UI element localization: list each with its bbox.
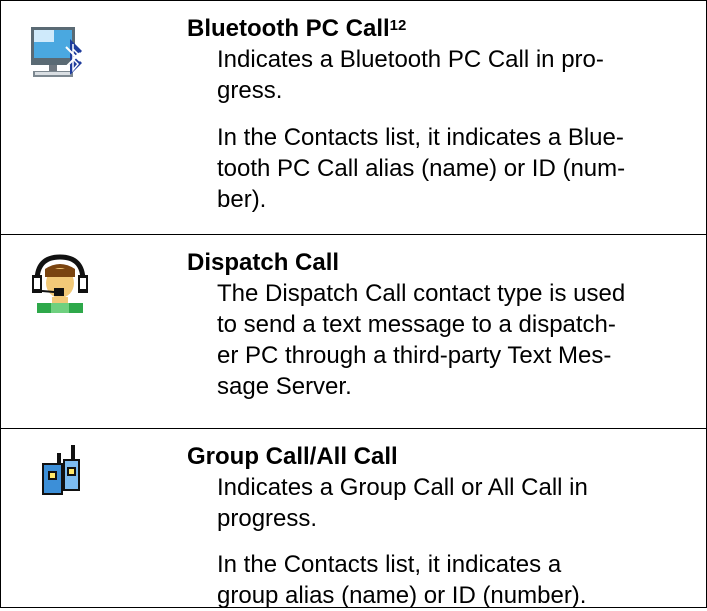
description-paragraph: The Dispatch Call contact type is used t…	[217, 280, 626, 400]
table-row: Bluetooth PC Call12 Indicates a Bluetoot…	[1, 1, 706, 234]
dispatch-call-icon	[32, 254, 88, 313]
table-row: Group Call/All Call Indicates a Group Ca…	[1, 428, 706, 609]
row-title: Group Call/All Call	[187, 443, 398, 470]
footnote-marker: 12	[389, 17, 407, 34]
icon-description-table: Bluetooth PC Call12 Indicates a Bluetoot…	[0, 0, 707, 609]
bluetooth-pc-call-icon	[31, 27, 82, 77]
row-title: Dispatch Call	[187, 249, 340, 276]
description-paragraph: Indicates a Bluetooth PC Call in pro- gr…	[217, 46, 604, 104]
description-paragraph: Indicates a Group Call or All Call in pr…	[217, 474, 588, 532]
description-paragraph: In the Contacts list, it indicates a gro…	[217, 551, 587, 609]
group-call-icon	[42, 445, 80, 495]
description-paragraph: In the Contacts list, it indicates a Blu…	[217, 124, 626, 213]
row-title: Bluetooth PC Call12	[187, 15, 407, 42]
table-row: Dispatch Call The Dispatch Call contact …	[1, 234, 706, 429]
